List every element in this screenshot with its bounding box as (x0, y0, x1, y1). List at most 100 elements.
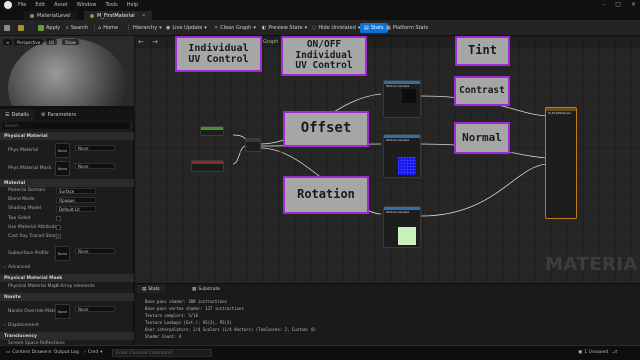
menu-tools[interactable]: Tools (105, 2, 117, 8)
displacement-expander[interactable]: › Displacement (0, 323, 134, 331)
category-nanite[interactable]: Nanite (0, 293, 134, 301)
subsurface-profile-dropdown[interactable]: None (75, 248, 115, 254)
tab-stats[interactable]: ▤ Stats (137, 285, 165, 293)
stats-tab-label: Stats (148, 286, 160, 292)
maximize-icon[interactable]: □ (615, 1, 621, 8)
substrate-icon: ▦ (192, 286, 197, 292)
content-drawer-button[interactable]: ▭ Content Drawer (6, 350, 48, 355)
material-icon (90, 13, 94, 18)
stats-label: Stats (370, 25, 384, 31)
constant-node[interactable] (200, 126, 224, 136)
tab-material-level[interactable]: MaterialLevel (24, 11, 77, 20)
toolbar-divider (94, 24, 95, 32)
asset-thumbnail[interactable]: None (55, 161, 70, 176)
platform-stats-button[interactable]: ▦ Platform Stats (386, 23, 428, 33)
property-phys-material: Phys Material None None (0, 142, 134, 160)
node-header (201, 127, 223, 130)
menu-window[interactable]: Window (77, 2, 97, 8)
search-button[interactable]: ⌕ Search (66, 23, 88, 33)
advanced-expander[interactable]: › Advanced (0, 265, 134, 273)
save-button[interactable] (4, 23, 10, 33)
tab-substrate[interactable]: ▦ Substrate (187, 285, 225, 293)
asset-thumbnail[interactable]: None (55, 246, 70, 261)
browse-button[interactable] (18, 23, 24, 33)
phys-material-dropdown[interactable]: None (75, 145, 115, 151)
parameter-node[interactable] (191, 160, 224, 172)
material-result-node[interactable]: M_FirstMaterial (545, 107, 577, 219)
preview-sphere (8, 38, 128, 106)
blend-mode-dropdown[interactable]: Opaque (56, 197, 96, 203)
property-label: Phys Material (8, 148, 39, 153)
log-icon: ≡ (48, 350, 52, 355)
chevron-down-icon: ▾ (159, 25, 162, 31)
revision-control-button[interactable]: ⎇ (612, 350, 617, 355)
menu-file[interactable]: File (18, 2, 26, 8)
reroute-node[interactable] (245, 138, 261, 152)
show-button[interactable]: Show (62, 39, 79, 45)
unsaved-indicator[interactable]: ▣ 1 Unsaved (578, 350, 608, 355)
callout-onoff-uv-control: ON/OFF Individual UV Control (281, 36, 367, 76)
hierarchy-button[interactable]: ⋮ Hierarchy ▾ (126, 23, 162, 33)
save-icon (4, 25, 10, 31)
preview-viewport[interactable]: ≡ Perspective Lit Show (0, 36, 134, 106)
minimize-icon[interactable]: – (602, 1, 605, 8)
viewport-options-button[interactable]: ≡ (3, 39, 13, 45)
document-tabs: MaterialLevel M_FirstMaterial ✕ (0, 10, 640, 20)
close-tab-icon[interactable]: ✕ (142, 13, 146, 19)
menu-edit[interactable]: Edit (35, 2, 45, 8)
clean-graph-label: Clean Graph (220, 25, 252, 31)
apply-label: Apply (46, 25, 61, 31)
node-title: Texture Sample (386, 210, 410, 214)
shading-model-dropdown[interactable]: Default Lit (56, 206, 96, 212)
texture-sample-node-2[interactable]: Texture Sample (383, 134, 421, 178)
texture-sample-node-1[interactable]: Texture Sample (383, 80, 421, 118)
perspective-button[interactable]: Perspective (14, 39, 44, 45)
apply-button[interactable]: Apply (38, 23, 60, 33)
cast-ray-traced-checkbox[interactable] (56, 234, 61, 239)
tab-details[interactable]: ☰ Details (0, 109, 34, 121)
terminal-icon: › (84, 350, 86, 355)
asset-thumbnail[interactable]: None (55, 304, 70, 319)
clean-graph-button[interactable]: ✧ Clean Graph ▾ (214, 23, 256, 33)
details-tab-label: Details (11, 112, 29, 118)
console-command-input[interactable]: Enter Console Command (112, 349, 212, 357)
hide-unrelated-button[interactable]: ◌Hide Unrelated▾ (312, 23, 360, 33)
property-label: Subsurface Profile (8, 251, 49, 256)
texture-sample-node-3[interactable]: Texture Sample (383, 206, 421, 248)
stat-line: Shader Count: 4 (145, 334, 182, 339)
stats-button[interactable]: ▤ Stats (360, 23, 388, 33)
category-physical-material-mask[interactable]: Physical Material Mask (0, 274, 134, 282)
home-button[interactable]: ⌂ Home (98, 23, 118, 33)
chevron-right-icon: › (4, 323, 6, 328)
chevron-down-icon: ▾ (253, 25, 256, 31)
revision-icon: ⎇ (612, 350, 618, 355)
category-translucency[interactable]: Translucency (0, 332, 134, 340)
use-material-attributes-checkbox[interactable] (56, 225, 61, 230)
property-label: Physical Material Map (8, 284, 57, 289)
material-domain-dropdown[interactable]: Surface (56, 188, 96, 194)
preview-state-button[interactable]: ◐ Preview State ▾ (262, 23, 307, 33)
tab-parameters[interactable]: ⚙ Parameters (36, 109, 81, 121)
normal-map-preview (398, 157, 416, 175)
lit-button[interactable]: Lit (46, 39, 57, 45)
nanite-override-dropdown[interactable]: None (75, 306, 115, 312)
category-physical-material[interactable]: Physical Material (0, 132, 134, 140)
array-elements-count: 8 Array elements (56, 284, 95, 289)
live-update-button[interactable]: ◉ Live Update ▾ (166, 23, 207, 33)
tab-first-material[interactable]: M_FirstMaterial ✕ (84, 11, 152, 20)
phys-material-mask-dropdown[interactable]: None (75, 163, 115, 169)
details-search-input[interactable]: Search (2, 122, 130, 129)
content-drawer-label: Content Drawer (12, 350, 48, 355)
close-icon[interactable]: ✕ (631, 1, 636, 8)
output-log-label: Output Log (53, 350, 79, 355)
material-graph[interactable]: ← → Graph Texture Sample Texture Sample … (135, 36, 640, 283)
asset-thumbnail[interactable]: None (55, 143, 70, 158)
output-log-button[interactable]: ≡ Output Log (48, 350, 79, 355)
property-material-domain: Material Domain Surface (0, 188, 134, 196)
cmd-dropdown[interactable]: › Cmd ▾ (84, 350, 102, 355)
unreal-logo-icon (4, 1, 12, 9)
category-material[interactable]: Material (0, 179, 134, 187)
menu-help[interactable]: Help (127, 2, 138, 8)
two-sided-checkbox[interactable] (56, 216, 61, 221)
menu-asset[interactable]: Asset (54, 2, 68, 8)
